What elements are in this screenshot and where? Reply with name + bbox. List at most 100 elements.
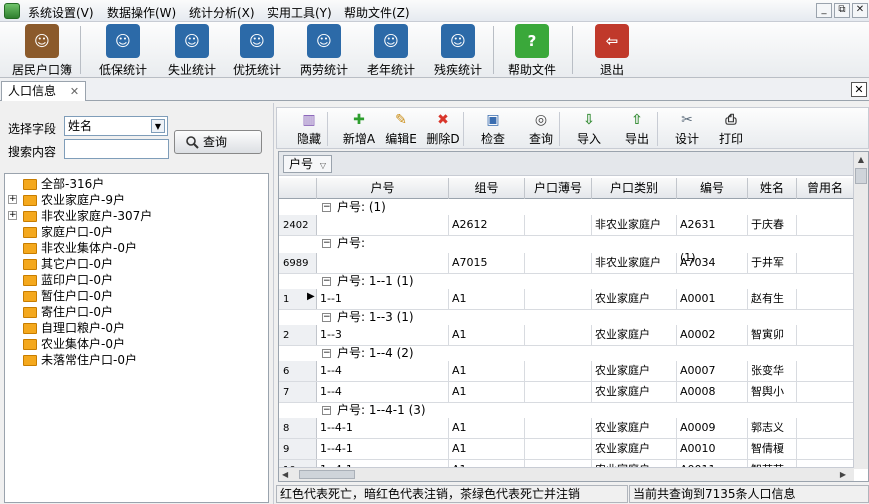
- grid-toolbar-button-6[interactable]: ◎ 查询: [521, 111, 561, 147]
- table-cell[interactable]: A1: [449, 418, 525, 438]
- vertical-scrollbar[interactable]: ▲: [853, 152, 868, 469]
- horizontal-scrollbar[interactable]: ◀ ▶: [279, 467, 854, 481]
- column-header[interactable]: 曾用名: [797, 178, 854, 199]
- table-cell[interactable]: 农业家庭户: [592, 325, 677, 345]
- column-header[interactable]: 姓名: [748, 178, 797, 199]
- tree-item[interactable]: + 非农业家庭户-307户: [5, 208, 152, 224]
- menu-help-files[interactable]: 帮助文件(Z): [344, 4, 410, 21]
- table-cell[interactable]: [525, 325, 592, 345]
- table-cell[interactable]: 1--4: [317, 361, 449, 381]
- table-cell[interactable]: 1--4: [317, 382, 449, 402]
- grid-toolbar-button-3[interactable]: ✎ 编辑E: [381, 111, 421, 147]
- tree-item[interactable]: 寄住户口-0户: [5, 304, 113, 320]
- table-cell[interactable]: [525, 289, 592, 309]
- restore-button[interactable]: ⧉: [834, 3, 850, 18]
- toolbar-button-6[interactable]: ☺ 老年统计: [361, 24, 421, 78]
- scroll-up-icon[interactable]: ▲: [854, 152, 868, 167]
- table-row[interactable]: 9 1--4-1 A1 农业家庭户 A0010 智倩榎: [279, 439, 854, 460]
- collapse-group-icon[interactable]: −: [322, 277, 331, 286]
- table-cell[interactable]: [797, 361, 854, 381]
- table-cell[interactable]: A0002: [677, 325, 748, 345]
- close-window-button[interactable]: ✕: [852, 3, 868, 18]
- table-cell[interactable]: 智寅卯: [748, 325, 797, 345]
- menu-utilities[interactable]: 实用工具(Y): [267, 4, 332, 21]
- group-row[interactable]: − 户号: 1--1 (1): [279, 274, 854, 289]
- table-cell[interactable]: [525, 361, 592, 381]
- toolbar-button-8[interactable]: ? 帮助文件: [502, 24, 562, 78]
- table-cell[interactable]: 智倩榎: [748, 439, 797, 459]
- scroll-left-icon[interactable]: ◀: [282, 468, 288, 481]
- collapse-group-icon[interactable]: −: [322, 313, 331, 322]
- table-cell[interactable]: A7034: [677, 253, 748, 273]
- table-cell[interactable]: 于井军: [748, 253, 797, 273]
- table-cell[interactable]: [525, 439, 592, 459]
- table-cell[interactable]: A2612: [449, 215, 525, 235]
- table-cell[interactable]: A0007: [677, 361, 748, 381]
- tree-item[interactable]: 其它户口-0户: [5, 256, 113, 272]
- menu-system-settings[interactable]: 系统设置(V): [28, 4, 94, 21]
- table-cell[interactable]: A1: [449, 289, 525, 309]
- tree-item[interactable]: 暂住户口-0户: [5, 288, 113, 304]
- table-cell[interactable]: 赵有生: [748, 289, 797, 309]
- hscroll-thumb[interactable]: [299, 470, 355, 479]
- grid-toolbar-button-9[interactable]: ✂ 设计: [667, 111, 707, 147]
- table-cell[interactable]: A0008: [677, 382, 748, 402]
- tree-item[interactable]: 非农业集体户-0户: [5, 240, 137, 256]
- table-cell[interactable]: [797, 439, 854, 459]
- table-cell[interactable]: 1--1: [317, 289, 449, 309]
- toolbar-button-2[interactable]: ☺ 低保统计: [93, 24, 153, 78]
- table-row[interactable]: 1 ▶ 1--1 A1 农业家庭户 A0001 赵有生: [279, 289, 854, 310]
- table-row[interactable]: 8 1--4-1 A1 农业家庭户 A0009 郭志义: [279, 418, 854, 439]
- table-cell[interactable]: 农业家庭户: [592, 418, 677, 438]
- table-cell[interactable]: 农业家庭户: [592, 361, 677, 381]
- chevron-down-icon[interactable]: ▼: [151, 119, 165, 133]
- table-cell[interactable]: A2631: [677, 215, 748, 235]
- table-cell[interactable]: [525, 382, 592, 402]
- table-cell[interactable]: 1--4-1: [317, 418, 449, 438]
- column-header[interactable]: 户口薄号: [525, 178, 592, 199]
- table-cell[interactable]: 农业家庭户: [592, 439, 677, 459]
- table-cell[interactable]: 1--3: [317, 325, 449, 345]
- table-cell[interactable]: A1: [449, 439, 525, 459]
- tab-people-info[interactable]: 人口信息 ✕: [1, 81, 87, 101]
- table-cell[interactable]: 非农业家庭户: [592, 215, 677, 235]
- table-cell[interactable]: 智舆小: [748, 382, 797, 402]
- toolbar-button-3[interactable]: ☺ 失业统计: [162, 24, 222, 78]
- toolbar-button-7[interactable]: ☺ 残疾统计: [428, 24, 488, 78]
- table-cell[interactable]: 郭志义: [748, 418, 797, 438]
- tree-item[interactable]: + 农业家庭户-9户: [5, 192, 125, 208]
- tree-item[interactable]: 未落常住户口-0户: [5, 352, 137, 368]
- expand-icon[interactable]: +: [8, 195, 17, 204]
- table-cell[interactable]: A7015: [449, 253, 525, 273]
- grid-toolbar-button-10[interactable]: ⎙ 打印: [711, 111, 751, 147]
- table-row[interactable]: 6989 A7015 非农业家庭户 A7034 于井军: [279, 253, 854, 274]
- scrollbar-thumb[interactable]: [855, 168, 867, 184]
- grid-toolbar-button-4[interactable]: ✖ 删除D: [423, 111, 463, 147]
- tree-item[interactable]: 家庭户口-0户: [5, 224, 113, 240]
- column-header[interactable]: 户口类别: [592, 178, 677, 199]
- column-header[interactable]: 组号: [449, 178, 525, 199]
- grid-toolbar-button-7[interactable]: ⇩ 导入: [569, 111, 609, 147]
- table-cell[interactable]: [317, 253, 449, 273]
- minimize-button[interactable]: _: [816, 3, 832, 18]
- column-header[interactable]: 户号: [317, 178, 449, 199]
- table-row[interactable]: 7 1--4 A1 农业家庭户 A0008 智舆小: [279, 382, 854, 403]
- group-row[interactable]: − 户号: 1--4 (2): [279, 346, 854, 361]
- scroll-right-icon[interactable]: ▶: [840, 468, 846, 481]
- table-cell[interactable]: [797, 418, 854, 438]
- query-button[interactable]: 查询: [174, 130, 262, 154]
- collapse-group-icon[interactable]: −: [322, 349, 331, 358]
- group-row[interactable]: − 户号: 1--3 (1): [279, 310, 854, 325]
- search-input[interactable]: [64, 139, 169, 159]
- table-cell[interactable]: A0001: [677, 289, 748, 309]
- table-cell[interactable]: 1--4-1: [317, 439, 449, 459]
- table-cell[interactable]: [525, 253, 592, 273]
- table-cell[interactable]: [525, 418, 592, 438]
- table-cell[interactable]: [525, 215, 592, 235]
- grid-toolbar-button-1[interactable]: ▥ 隐藏: [289, 111, 329, 147]
- table-row[interactable]: 6 1--4 A1 农业家庭户 A0007 张变华: [279, 361, 854, 382]
- table-cell[interactable]: [797, 325, 854, 345]
- table-cell[interactable]: [797, 289, 854, 309]
- tree-item[interactable]: 自理口粮户-0户: [5, 320, 125, 336]
- table-row[interactable]: 2402 A2612 非农业家庭户 A2631 于庆春: [279, 215, 854, 236]
